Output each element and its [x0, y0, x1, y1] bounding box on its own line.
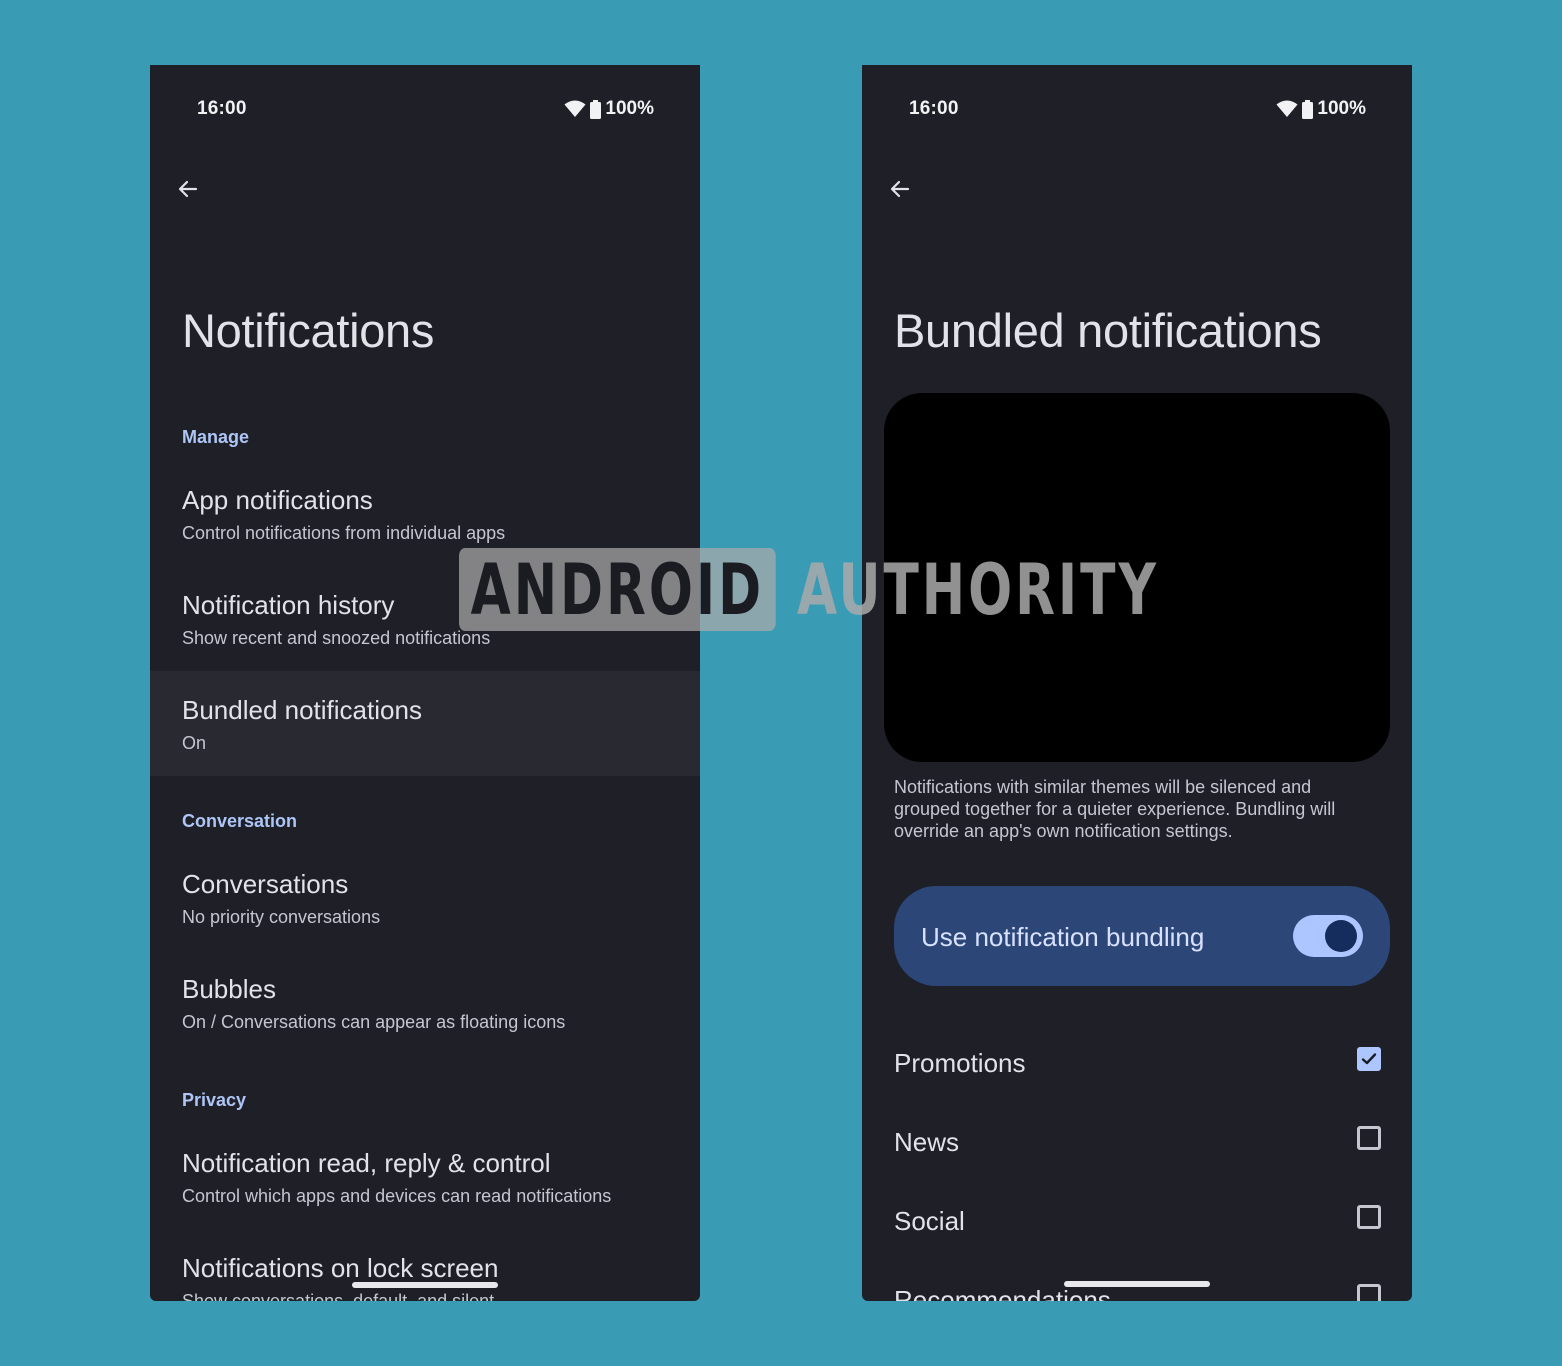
list-item-notification-history[interactable]: Notification history Show recent and sno… [150, 576, 700, 681]
use-bundling-toggle-card[interactable]: Use notification bundling [894, 886, 1390, 986]
list-item-notifications-lock-screen[interactable]: Notifications on lock screen Show conver… [150, 1239, 700, 1301]
list-item-app-notifications[interactable]: App notifications Control notifications … [150, 471, 700, 576]
page-title: Bundled notifications [894, 304, 1322, 357]
checkbox-recommendations[interactable] [1357, 1284, 1381, 1301]
item-title: Notifications on lock screen [182, 1253, 499, 1283]
section-header-conversation: Conversation [182, 811, 298, 831]
back-button[interactable] [172, 173, 204, 205]
check-icon [1361, 1053, 1377, 1065]
list-item-conversations[interactable]: Conversations No priority conversations [150, 855, 700, 960]
status-time: 16:00 [197, 98, 247, 119]
checkbox-news[interactable] [1357, 1126, 1381, 1150]
item-title: Notification read, reply & control [182, 1148, 551, 1178]
bundled-notifications-screen: 16:00 100% Bundled notifications Notific… [862, 65, 1412, 1301]
checkbox-social[interactable] [1357, 1205, 1381, 1229]
description-text: Notifications with similar themes will b… [894, 777, 1336, 841]
item-subtitle: On [182, 733, 207, 753]
item-subtitle: Control notifications from individual ap… [182, 523, 506, 543]
category-row-news[interactable]: News [862, 1103, 1412, 1182]
gesture-nav-handle[interactable] [352, 1282, 498, 1288]
status-icons: 100% [1276, 98, 1366, 120]
page-title: Notifications [182, 304, 435, 357]
item-title: App notifications [182, 485, 373, 515]
battery-percent: 100% [1317, 98, 1366, 119]
bundling-switch[interactable] [1293, 915, 1363, 957]
section-header-manage: Manage [182, 427, 250, 447]
list-item-notification-read-reply-control[interactable]: Notification read, reply & control Contr… [150, 1134, 700, 1239]
item-subtitle: On / Conversations can appear as floatin… [182, 1012, 566, 1032]
item-subtitle: Show recent and snoozed notifications [182, 628, 491, 648]
notifications-screen: 16:00 100% Notifications Manage App noti… [150, 65, 700, 1301]
switch-thumb [1325, 920, 1357, 952]
item-title: Notification history [182, 590, 395, 620]
wifi-icon [564, 100, 586, 118]
battery-percent: 100% [605, 98, 654, 119]
list-item-bundled-notifications[interactable]: Bundled notifications On [150, 671, 700, 776]
status-time: 16:00 [909, 98, 959, 119]
category-label: Promotions [894, 1048, 1026, 1078]
arrow-back-icon [890, 180, 910, 198]
status-bar: 16:00 100% [150, 65, 700, 155]
category-label: Recommendations [894, 1285, 1111, 1301]
battery-icon [1302, 99, 1314, 119]
category-row-social[interactable]: Social [862, 1182, 1412, 1261]
status-bar: 16:00 100% [862, 65, 1412, 155]
item-subtitle: No priority conversations [182, 907, 381, 927]
list-item-bubbles[interactable]: Bubbles On / Conversations can appear as… [150, 960, 700, 1065]
back-button[interactable] [884, 173, 916, 205]
checkbox-promotions[interactable] [1357, 1047, 1381, 1071]
category-row-promotions[interactable]: Promotions [862, 1024, 1412, 1103]
item-title: Bubbles [182, 974, 276, 1004]
battery-icon [590, 99, 602, 119]
illustration-preview [884, 393, 1390, 762]
category-label: News [894, 1127, 960, 1157]
gesture-nav-handle[interactable] [1064, 1281, 1210, 1287]
status-icons: 100% [564, 98, 654, 120]
arrow-back-icon [178, 180, 198, 198]
wifi-icon [1276, 100, 1298, 118]
item-title: Conversations [182, 869, 349, 899]
section-header-privacy: Privacy [182, 1090, 247, 1110]
item-subtitle: Show conversations, default, and silent [182, 1291, 495, 1301]
toggle-label: Use notification bundling [921, 922, 1205, 952]
item-title: Bundled notifications [182, 695, 422, 725]
item-subtitle: Control which apps and devices can read … [182, 1186, 612, 1206]
category-label: Social [894, 1206, 965, 1236]
